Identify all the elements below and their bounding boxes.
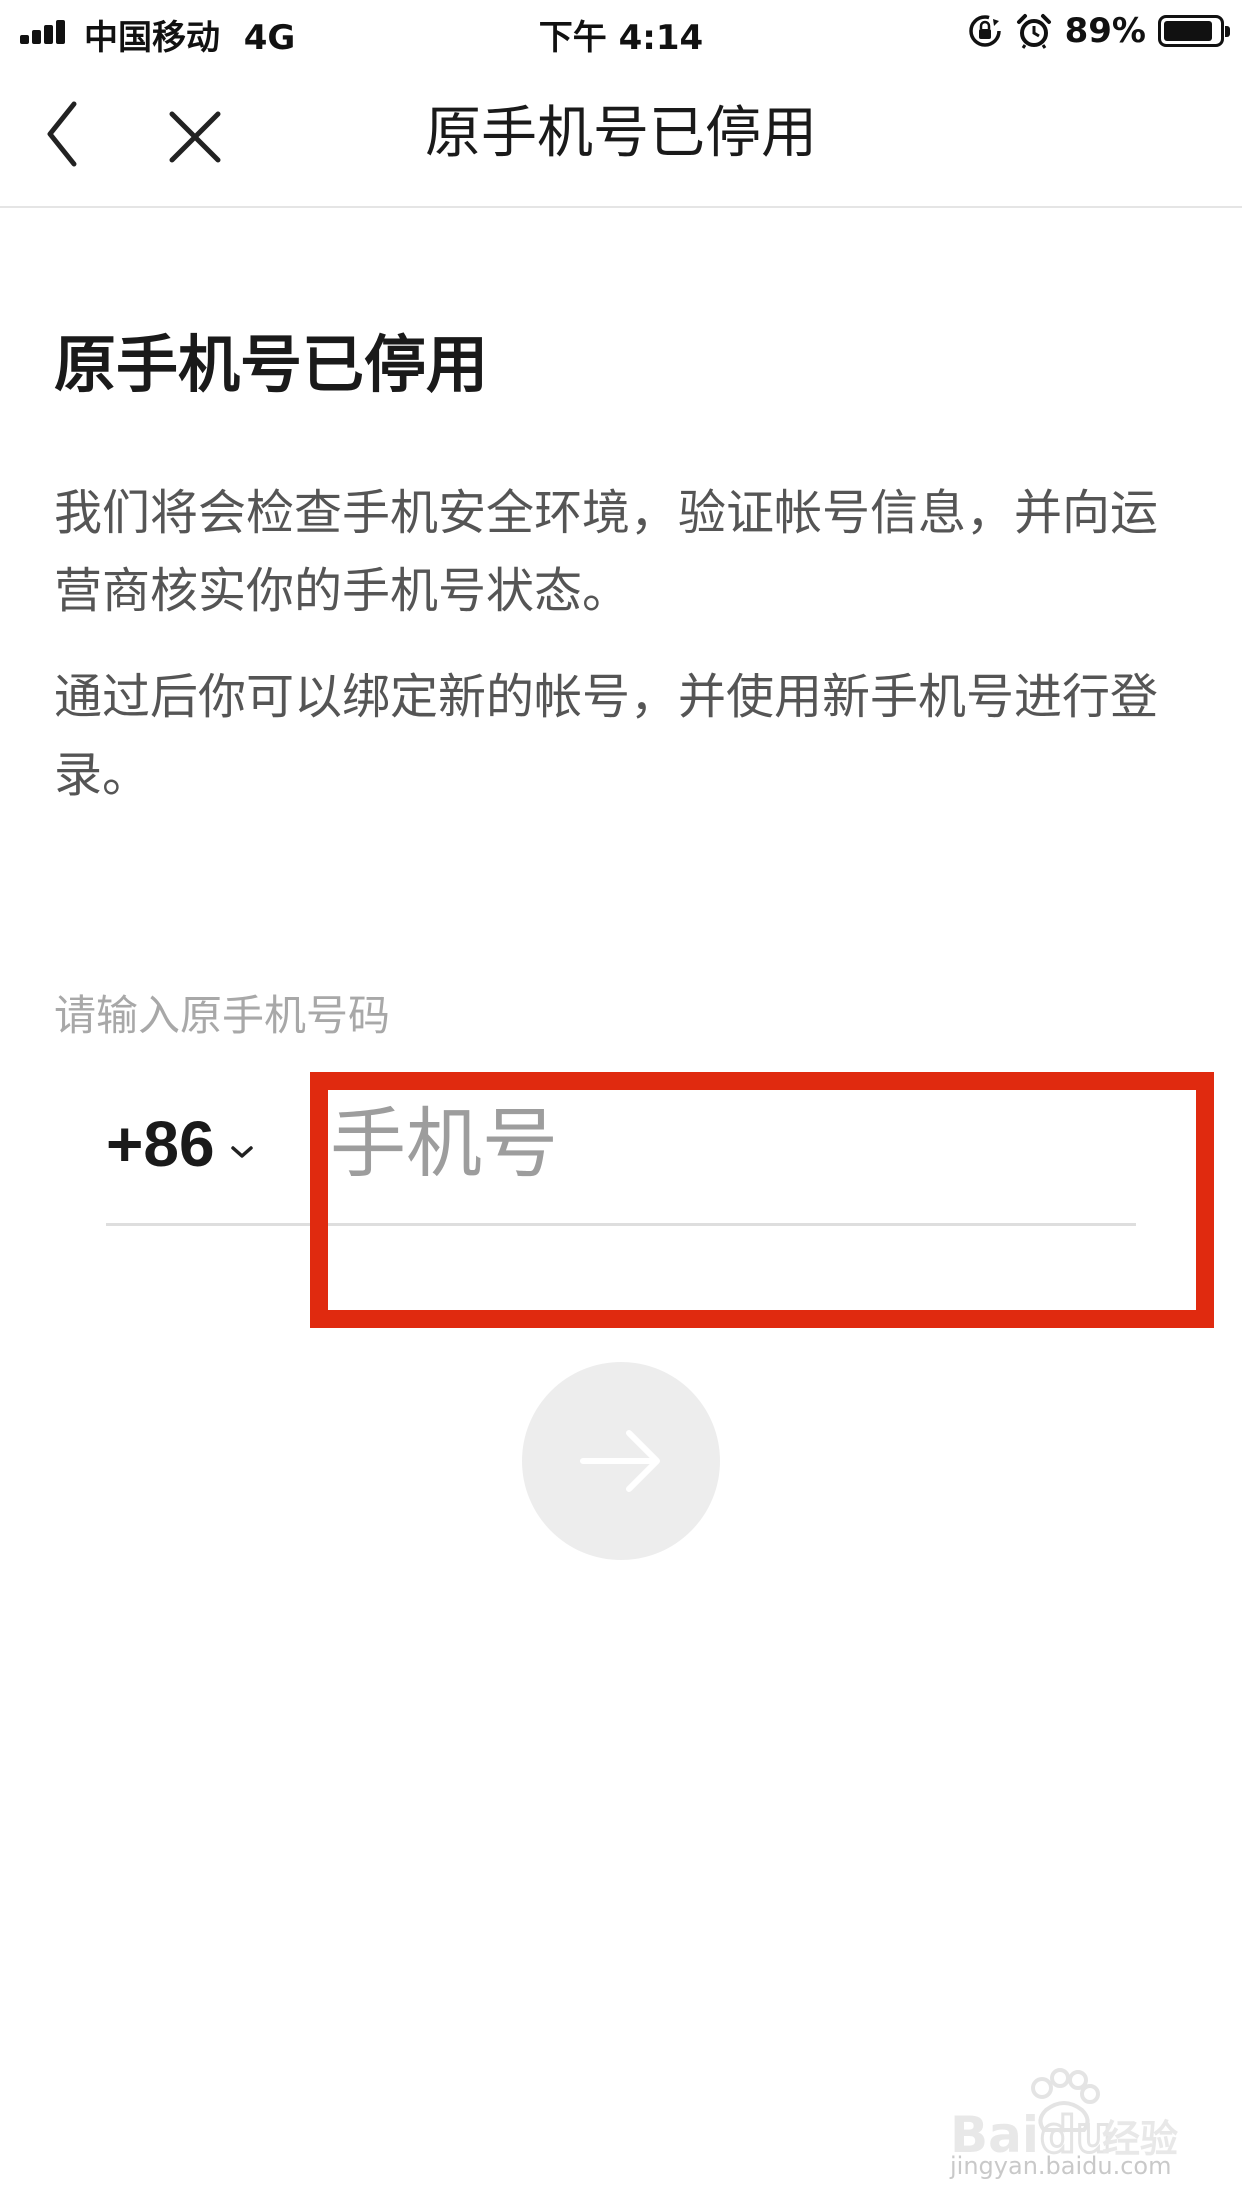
page-heading: 原手机号已停用 (54, 328, 489, 401)
battery-level-fill (1164, 21, 1213, 41)
battery-icon (1158, 15, 1230, 47)
description-paragraph-2: 通过后你可以绑定新的帐号，并使用新手机号进行登录。 (54, 669, 1159, 803)
description-paragraph-1: 我们将会检查手机安全环境，验证帐号信息，并向运营商核实你的手机号状态。 (54, 485, 1159, 619)
battery-percentage: 89% (1064, 11, 1146, 51)
app-screen: 中国移动 4G 下午 4:14 89% 原手机号已停用 原手机号已停用 我们将会… (0, 0, 1242, 2208)
rotation-lock-icon (968, 15, 1001, 47)
watermark-url: jingyan.baidu.com (950, 2152, 1172, 2180)
chevron-down-icon (230, 1146, 253, 1158)
phone-input-row: +86 (106, 1076, 1136, 1226)
status-bar: 中国移动 4G 下午 4:14 89% (0, 0, 1242, 62)
nav-title: 原手机号已停用 (425, 101, 817, 166)
country-code-selector[interactable]: +86 (106, 1098, 255, 1190)
status-indicators: 89% (967, 10, 1230, 52)
navigation-bar: 原手机号已停用 (0, 62, 1242, 208)
next-button[interactable] (522, 1362, 720, 1560)
phone-number-input[interactable] (330, 1088, 1110, 1198)
country-code-value: +86 (106, 1108, 215, 1180)
alarm-icon (1016, 14, 1051, 49)
phone-field-label: 请输入原手机号码 (54, 991, 391, 1040)
arrow-right-icon (580, 1430, 660, 1492)
